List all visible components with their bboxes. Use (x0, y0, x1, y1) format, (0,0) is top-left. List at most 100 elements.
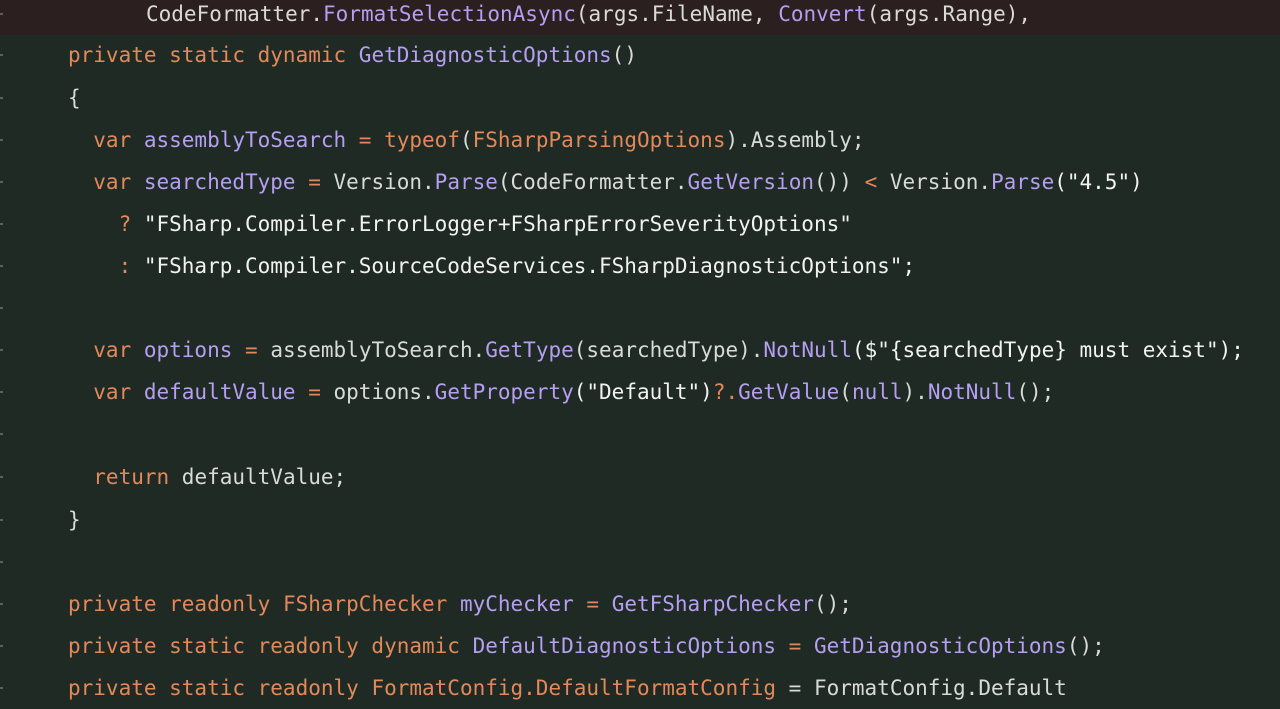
code-token: FormatSelectionAsync (323, 2, 576, 26)
code-line[interactable] (0, 413, 1280, 455)
code-token: Parse (434, 170, 498, 194)
gutter-marker (0, 97, 3, 99)
code-token: defaultValue (143, 380, 296, 404)
gutter-marker (0, 349, 3, 351)
code-line[interactable]: { (0, 77, 1280, 119)
code-line[interactable]: return defaultValue; (0, 456, 1280, 498)
code-text: CodeFormatter.FormatSelectionAsync(args.… (146, 0, 1031, 35)
code-token: var (68, 338, 144, 362)
code-token: var (68, 170, 144, 194)
code-token: "FSharp.Compiler.SourceCodeServices.FSha… (143, 254, 916, 278)
code-token: = (295, 380, 334, 404)
code-token: = (573, 592, 612, 616)
gutter-marker (0, 519, 3, 521)
code-token: CodeFormatter. (146, 2, 324, 26)
code-token: "FSharp.Compiler.ErrorLogger+FSharpError… (143, 212, 852, 236)
code-line[interactable]: private static readonly dynamic DefaultD… (0, 625, 1280, 667)
gutter-marker (0, 476, 3, 478)
code-token: (args.FileName, (575, 2, 779, 26)
code-line[interactable]: var options = assemblyToSearch.GetType(s… (0, 329, 1280, 371)
code-token: private static readonly (68, 676, 372, 700)
code-token: = (295, 170, 334, 194)
code-token: FormatConfig.DefaultFormatConfig (371, 676, 789, 700)
code-token: ( (839, 380, 852, 404)
code-text: return defaultValue; (68, 456, 346, 498)
gutter-marker (0, 139, 3, 141)
code-token: ?. (712, 380, 739, 404)
code-line[interactable] (0, 287, 1280, 329)
code-token: : (68, 254, 144, 278)
code-token: (args.Range), (866, 2, 1032, 26)
code-token: ( (459, 128, 473, 152)
code-text: : "FSharp.Compiler.SourceCodeServices.FS… (68, 245, 916, 287)
code-token: NotNull (927, 380, 1017, 404)
code-token: < (864, 170, 878, 194)
gutter-marker (0, 687, 3, 689)
gutter-marker (0, 54, 3, 56)
code-text: var defaultValue = options.GetProperty("… (68, 371, 1054, 413)
code-text: var searchedType = Version.Parse(CodeFor… (68, 161, 1143, 203)
code-token: NotNull (763, 338, 852, 362)
code-line[interactable]: private static dynamic GetDiagnosticOpti… (0, 34, 1280, 76)
code-line[interactable]: : "FSharp.Compiler.SourceCodeServices.FS… (0, 245, 1280, 287)
code-text: var assemblyToSearch = typeof(FSharpPars… (68, 119, 865, 161)
code-token: assemblyToSearch. (270, 338, 486, 362)
code-token: Version. (333, 170, 435, 194)
code-token: = (346, 128, 385, 152)
code-token: options (143, 338, 233, 362)
code-token: (searchedType). (573, 338, 764, 362)
code-line[interactable]: CodeFormatter.FormatSelectionAsync(args.… (0, 0, 1280, 35)
code-token: (); (1066, 634, 1105, 658)
code-text: private static dynamic GetDiagnosticOpti… (68, 34, 637, 76)
code-token: GetDiagnosticOptions (813, 634, 1067, 658)
code-token: Parse (991, 170, 1055, 194)
code-line[interactable] (0, 541, 1280, 583)
code-token: = (232, 338, 271, 362)
code-token: return (68, 465, 182, 489)
code-token: { (68, 86, 81, 110)
gutter-marker (0, 603, 3, 605)
code-line[interactable]: ? "FSharp.Compiler.ErrorLogger+FSharpErr… (0, 203, 1280, 245)
code-line[interactable]: } (0, 499, 1280, 541)
code-token: searchedType (143, 170, 296, 194)
code-token: var (68, 128, 144, 152)
code-token: GetFSharpChecker (611, 592, 814, 616)
gutter-marker (0, 307, 3, 309)
gutter-marker (0, 645, 3, 647)
code-token: GetDiagnosticOptions (358, 43, 612, 67)
code-line[interactable]: var assemblyToSearch = typeof(FSharpPars… (0, 119, 1280, 161)
code-token: ($"{searchedType} must exist"); (851, 338, 1244, 362)
gutter-marker (0, 265, 3, 267)
code-token: GetValue (738, 380, 840, 404)
code-text: } (68, 499, 81, 541)
code-token: = (776, 634, 814, 658)
code-token: ).Assembly; (725, 128, 865, 152)
code-token: ()) (813, 170, 865, 194)
code-line[interactable]: private static readonly FormatConfig.Def… (0, 667, 1280, 709)
code-token: Version. (877, 170, 992, 194)
code-token: defaultValue; (181, 465, 347, 489)
code-line[interactable]: private readonly FSharpChecker myChecker… (0, 583, 1280, 625)
code-token: ? (68, 212, 144, 236)
code-editor[interactable]: CodeFormatter.FormatSelectionAsync(args.… (0, 0, 1280, 700)
code-token: FSharpChecker (282, 592, 460, 616)
code-token: myChecker (459, 592, 574, 616)
code-token: ("4.5") (1054, 170, 1143, 194)
code-token: FSharpParsingOptions (472, 128, 726, 152)
gutter-marker (0, 391, 3, 393)
code-text: { (68, 77, 81, 119)
code-line[interactable]: var searchedType = Version.Parse(CodeFor… (0, 161, 1280, 203)
code-token: GetType (485, 338, 574, 362)
code-token: null (851, 380, 903, 404)
code-token: = FormatConfig.Default (788, 676, 1067, 700)
code-line[interactable]: var defaultValue = options.GetProperty("… (0, 371, 1280, 413)
code-token: GetVersion (687, 170, 814, 194)
code-text: var options = assemblyToSearch.GetType(s… (68, 329, 1244, 371)
code-token: ). (902, 380, 928, 404)
gutter-marker (0, 433, 3, 435)
code-token: options. (333, 380, 435, 404)
code-text: private static readonly dynamic DefaultD… (68, 625, 1105, 667)
code-text: ? "FSharp.Compiler.ErrorLogger+FSharpErr… (68, 203, 852, 245)
gutter-marker (0, 13, 3, 15)
code-token: () (611, 43, 637, 67)
